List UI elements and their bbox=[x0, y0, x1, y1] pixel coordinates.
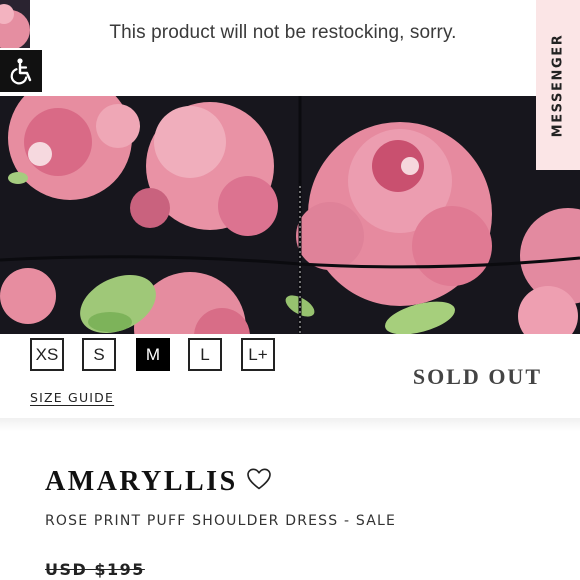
size-option-xs[interactable]: XS bbox=[30, 338, 64, 371]
wheelchair-accessibility-icon bbox=[10, 58, 32, 85]
size-option-m[interactable]: M bbox=[136, 338, 170, 371]
product-subtitle: ROSE PRINT PUFF SHOULDER DRESS - SALE bbox=[45, 513, 397, 529]
messenger-tab[interactable]: MESSENGER bbox=[536, 0, 580, 170]
size-selector: XS S M L L+ SIZE GUIDE SOLD OUT bbox=[0, 334, 580, 418]
messenger-label: MESSENGER bbox=[550, 33, 566, 137]
size-option-s[interactable]: S bbox=[82, 338, 116, 371]
size-option-l-plus[interactable]: L+ bbox=[241, 338, 275, 371]
size-option-l[interactable]: L bbox=[188, 338, 222, 371]
section-divider bbox=[0, 418, 580, 432]
product-image bbox=[0, 96, 580, 334]
size-guide-link[interactable]: SIZE GUIDE bbox=[30, 390, 114, 405]
product-name: AMARYLLIS bbox=[45, 466, 238, 497]
product-title-row: AMARYLLIS bbox=[45, 466, 272, 498]
restock-notice: This product will not be restocking, sor… bbox=[0, 0, 580, 96]
accessibility-button[interactable] bbox=[0, 50, 42, 92]
restock-message: This product will not be restocking, sor… bbox=[109, 22, 457, 43]
heart-outline-icon[interactable] bbox=[246, 467, 272, 491]
product-price: USD $195 bbox=[45, 560, 145, 579]
sold-out-status: SOLD OUT bbox=[412, 364, 542, 389]
